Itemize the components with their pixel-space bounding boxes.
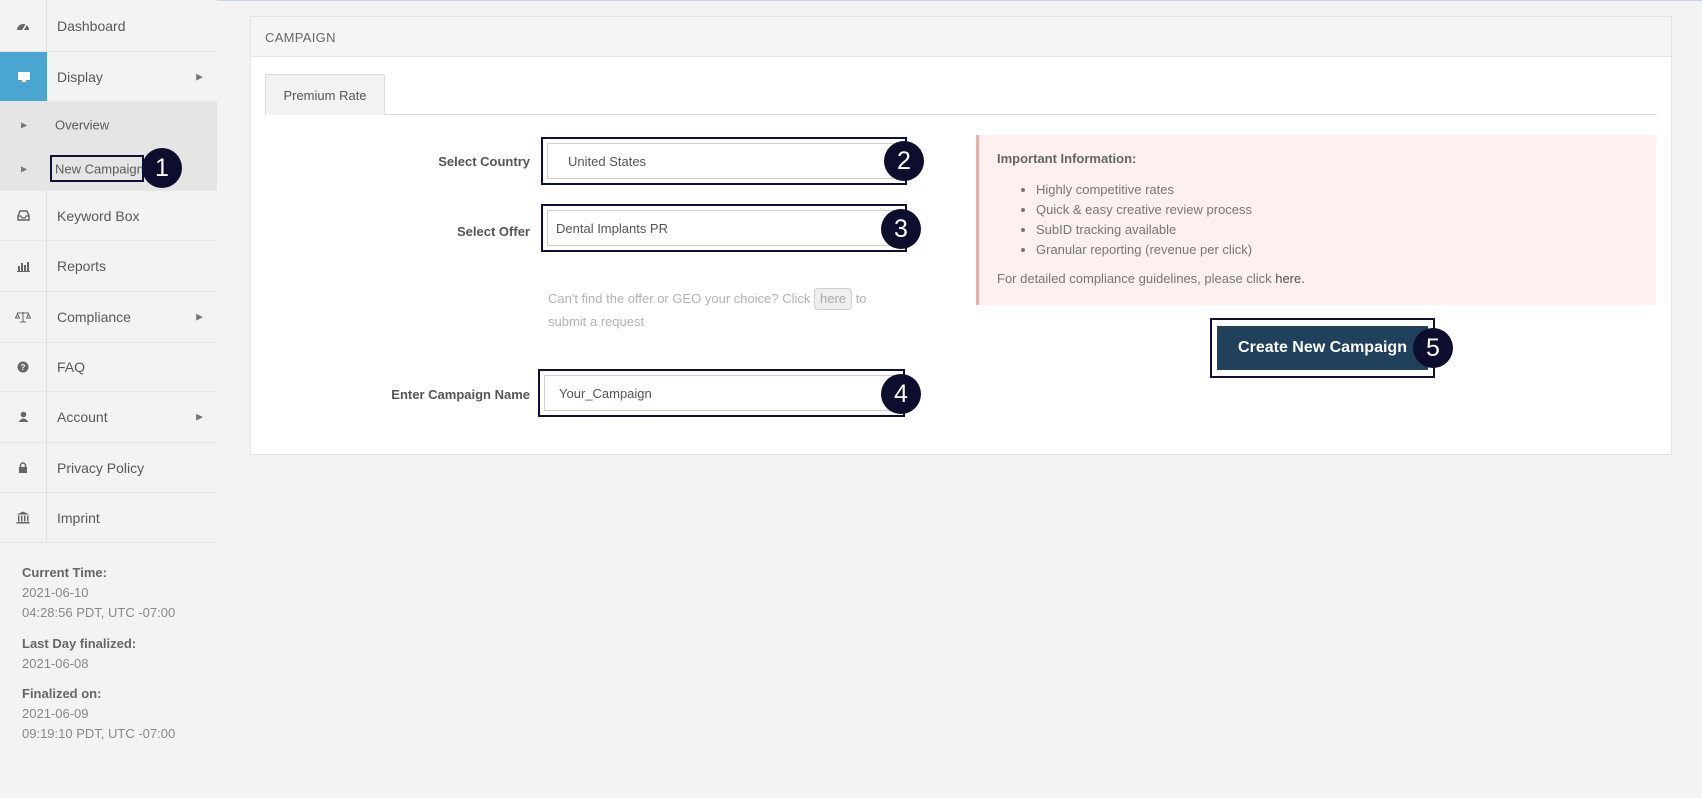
current-time-date: 2021-06-10 bbox=[22, 585, 89, 600]
scale-icon bbox=[0, 292, 47, 342]
highlight-box-3: Dental Implants PR bbox=[541, 204, 907, 252]
create-new-campaign-button[interactable]: Create New Campaign bbox=[1217, 326, 1428, 370]
step-badge-5: 5 bbox=[1413, 328, 1453, 368]
svg-text:?: ? bbox=[21, 363, 26, 372]
info-footer-text: For detailed compliance guidelines, plea… bbox=[997, 271, 1272, 286]
dashboard-icon bbox=[0, 0, 47, 51]
sidebar-item-dashboard[interactable]: Dashboard bbox=[0, 0, 217, 52]
chevron-right-icon: ▶ bbox=[196, 71, 203, 81]
info-bullet: Quick & easy creative review process bbox=[1036, 200, 1252, 220]
question-icon: ? bbox=[0, 343, 47, 391]
submenu-item-overview[interactable]: ▶ Overview bbox=[0, 103, 217, 147]
sidebar-item-label: FAQ bbox=[57, 359, 86, 375]
sidebar-item-privacy-policy[interactable]: Privacy Policy bbox=[0, 443, 217, 493]
sidebar-item-account[interactable]: Account ▶ bbox=[0, 392, 217, 443]
select-offer-label: Select Offer bbox=[457, 224, 530, 239]
step-badge-1: 1 bbox=[142, 148, 182, 188]
panel-header: CAMPAIGN bbox=[251, 17, 1671, 57]
finalized-date: 2021-06-09 bbox=[22, 706, 89, 721]
monitor-icon bbox=[0, 52, 47, 101]
select-country-label: Select Country bbox=[438, 154, 530, 169]
info-bullet-list: Highly competitive rates Quick & easy cr… bbox=[1036, 180, 1252, 260]
campaign-name-label: Enter Campaign Name bbox=[391, 387, 530, 402]
finalized-time: 09:19:10 PDT, UTC -07:00 bbox=[22, 726, 176, 741]
help-text-part-2: to bbox=[855, 291, 867, 306]
step-badge-3: 3 bbox=[881, 209, 921, 249]
sidebar-item-label: Account bbox=[57, 409, 108, 425]
caret-right-icon: ▶ bbox=[21, 164, 28, 174]
info-footer: For detailed compliance guidelines, plea… bbox=[997, 271, 1305, 286]
step-badge-4: 4 bbox=[881, 374, 921, 414]
chevron-right-icon: ▶ bbox=[196, 311, 203, 322]
important-info-box: Important Information: Highly competitiv… bbox=[976, 135, 1656, 305]
info-bullet: Highly competitive rates bbox=[1036, 180, 1252, 200]
tab-premium-rate[interactable]: Premium Rate bbox=[265, 74, 385, 115]
highlight-box-2: United States bbox=[541, 137, 907, 185]
sidebar-item-faq[interactable]: ? FAQ bbox=[0, 343, 217, 392]
offer-select[interactable]: Dental Implants PR bbox=[547, 210, 901, 246]
sidebar-item-label: Imprint bbox=[57, 509, 100, 526]
sidebar-item-label: Compliance bbox=[57, 309, 131, 325]
help-text: Can't find the offer or GEO your choice?… bbox=[548, 287, 908, 333]
info-header: Important Information: bbox=[997, 151, 1137, 166]
info-bullet: SubID tracking available bbox=[1036, 220, 1252, 240]
caret-right-icon: ▶ bbox=[21, 120, 28, 130]
current-time-time: 04:28:56 PDT, UTC -07:00 bbox=[22, 605, 176, 620]
sidebar-item-label: Display bbox=[57, 68, 103, 85]
last-day-block: Last Day finalized: 2021-06-08 bbox=[22, 634, 136, 674]
sidebar-item-label: Dashboard bbox=[57, 17, 126, 34]
chevron-right-icon: ▶ bbox=[196, 411, 203, 422]
step-badge-2: 2 bbox=[884, 141, 924, 181]
last-day-value: 2021-06-08 bbox=[22, 656, 89, 671]
current-time-label: Current Time: bbox=[22, 565, 107, 580]
bar-chart-icon bbox=[0, 241, 47, 291]
help-text-part-1: Can't find the offer or GEO your choice?… bbox=[548, 291, 811, 306]
sidebar-item-display[interactable]: Display ▶ bbox=[0, 52, 217, 102]
tab-bar: Premium Rate bbox=[265, 74, 1657, 115]
sidebar-item-reports[interactable]: Reports bbox=[0, 241, 217, 292]
info-bullet: Granular reporting (revenue per click) bbox=[1036, 240, 1252, 260]
highlight-box-4: Your_Campaign bbox=[538, 369, 905, 417]
sidebar-item-compliance[interactable]: Compliance ▶ bbox=[0, 292, 217, 343]
sidebar-item-label: Reports bbox=[57, 258, 107, 274]
sidebar: Dashboard Display ▶ ▶ Overview ▶ New Cam… bbox=[0, 0, 217, 798]
country-select[interactable]: United States bbox=[547, 143, 901, 179]
highlight-box-5: Create New Campaign bbox=[1210, 318, 1435, 378]
request-here-link[interactable]: here bbox=[814, 288, 853, 310]
top-border-line bbox=[216, 0, 1702, 1]
sidebar-item-keyword-box[interactable]: Keyword Box bbox=[0, 191, 217, 241]
sidebar-item-label: Keyword Box bbox=[57, 207, 140, 224]
finalized-label: Finalized on: bbox=[22, 686, 102, 701]
display-submenu: ▶ Overview ▶ New Campaign 1 bbox=[0, 101, 217, 191]
help-text-part-3: submit a request bbox=[548, 314, 645, 329]
highlight-box-1 bbox=[50, 155, 144, 182]
panel-title: CAMPAIGN bbox=[265, 30, 336, 45]
submenu-item-label: Overview bbox=[55, 117, 110, 133]
sidebar-item-imprint[interactable]: Imprint bbox=[0, 493, 217, 543]
lock-icon bbox=[0, 443, 47, 492]
compliance-guidelines-link[interactable]: here. bbox=[1275, 271, 1305, 286]
user-icon bbox=[0, 392, 47, 442]
current-time-block: Current Time: 2021-06-10 04:28:56 PDT, U… bbox=[22, 563, 175, 623]
bank-icon bbox=[0, 493, 47, 542]
campaign-name-input[interactable]: Your_Campaign bbox=[544, 375, 899, 411]
last-day-label: Last Day finalized: bbox=[22, 636, 137, 651]
sidebar-item-label: Privacy Policy bbox=[57, 459, 145, 476]
inbox-icon bbox=[0, 191, 47, 240]
finalized-block: Finalized on: 2021-06-09 09:19:10 PDT, U… bbox=[22, 684, 175, 744]
